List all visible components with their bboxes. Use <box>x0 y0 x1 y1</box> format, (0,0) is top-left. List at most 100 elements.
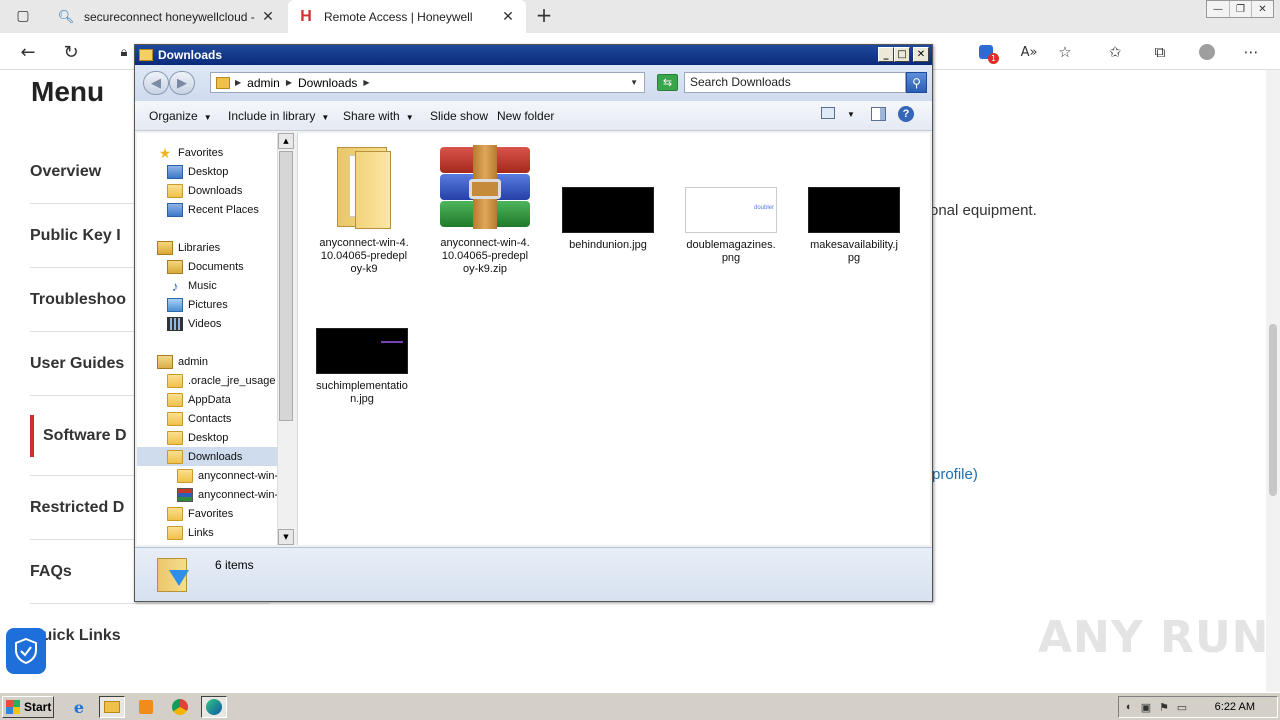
folder-icon <box>167 430 183 445</box>
chevron-right-icon[interactable]: ▶ <box>363 78 369 87</box>
include-in-library-menu[interactable]: Include in library ▼ <box>228 109 329 123</box>
tree-item-desktop-user[interactable]: Desktop <box>167 428 228 447</box>
page-scrollbar[interactable] <box>1266 70 1280 692</box>
search-icon[interactable]: ⚲ <box>906 72 927 93</box>
maximize-button[interactable]: □ <box>894 47 910 62</box>
tree-scrollbar[interactable]: ▲ ▼ <box>277 133 294 545</box>
downloads-folder-icon <box>157 554 191 594</box>
tab-close-icon[interactable]: ✕ <box>500 8 516 25</box>
back-button[interactable]: ◀ <box>143 71 169 95</box>
volume-icon[interactable]: ◖ <box>1119 701 1137 713</box>
tab-close-icon[interactable]: ✕ <box>260 8 276 25</box>
chevron-down-icon[interactable]: ▼ <box>847 110 855 119</box>
close-button[interactable]: ✕ <box>913 47 929 62</box>
file-item[interactable]: behindunion.jpg <box>558 187 658 252</box>
tab-title: secureconnect honeywellcloud - <box>84 9 255 24</box>
tab-remote-access[interactable]: H Remote Access | Honeywell ✕ <box>288 0 526 33</box>
tree-item-links[interactable]: Links <box>167 523 214 542</box>
tree-item-desktop[interactable]: Desktop <box>167 162 228 181</box>
folder-icon <box>167 373 183 388</box>
scrollbar-thumb[interactable] <box>1269 324 1277 496</box>
tab-actions-icon[interactable]: ▢ <box>12 5 34 27</box>
action-center-flag-icon[interactable]: ⚑ <box>1155 701 1173 714</box>
restore-button[interactable]: ❐ <box>1229 1 1251 17</box>
scroll-down-icon[interactable]: ▼ <box>278 529 294 545</box>
more-menu-icon[interactable]: ⋯ <box>1240 41 1262 63</box>
collections-icon[interactable]: ⧉ <box>1149 41 1171 63</box>
chevron-right-icon[interactable]: ▶ <box>235 78 241 87</box>
tree-item-favorites-user[interactable]: Favorites <box>167 504 233 523</box>
back-arrow-icon[interactable]: ← <box>17 41 39 63</box>
shield-icon[interactable] <box>6 628 46 674</box>
add-favorite-icon[interactable]: ☆ <box>1054 41 1076 63</box>
refresh-icon[interactable]: ⇆ <box>657 74 678 91</box>
tree-item-contacts[interactable]: Contacts <box>167 409 231 428</box>
tree-item-oracle[interactable]: .oracle_jre_usage <box>167 371 275 390</box>
winrar-archive-icon <box>438 145 532 231</box>
tree-item-videos[interactable]: Videos <box>167 314 221 333</box>
scroll-up-icon[interactable]: ▲ <box>278 133 294 149</box>
minimize-button[interactable]: — <box>1207 1 1229 17</box>
tree-item-favorites[interactable]: ★ Favorites <box>157 143 224 162</box>
internet-explorer-icon[interactable]: e <box>66 696 92 718</box>
tree-item-downloads-user[interactable]: Downloads <box>137 447 277 466</box>
menu-item-quick-links[interactable]: Quick Links <box>30 627 270 645</box>
tree-item-downloads[interactable]: Downloads <box>167 181 242 200</box>
network-icon[interactable]: ▣ <box>1137 701 1155 714</box>
tree-item-music[interactable]: ♪ Music <box>167 276 217 295</box>
preview-pane-icon[interactable] <box>871 107 886 121</box>
tree-item-appdata[interactable]: AppData <box>167 390 231 409</box>
profile-link[interactable]: profile) <box>932 466 978 483</box>
file-name: suchimplementation.jpg <box>316 380 408 405</box>
breadcrumb-admin[interactable]: admin <box>247 76 280 90</box>
breadcrumb[interactable]: ▶ admin ▶ Downloads ▶ ▼ <box>210 72 645 93</box>
chevron-down-icon[interactable]: ▼ <box>630 78 638 87</box>
tree-item-anyconnect-folder[interactable]: anyconnect-win- <box>177 466 278 485</box>
forward-button[interactable]: ▶ <box>169 71 195 95</box>
new-folder-button[interactable]: New folder <box>497 109 554 123</box>
search-input[interactable]: Search Downloads <box>684 72 906 93</box>
view-icon[interactable] <box>821 107 835 119</box>
slide-show-button[interactable]: Slide show <box>430 109 488 123</box>
tree-label: Desktop <box>188 165 229 178</box>
file-item[interactable]: makesavailability.jpg <box>804 187 904 265</box>
refresh-icon[interactable]: ↻ <box>60 41 82 63</box>
start-button[interactable]: Start <box>2 696 54 718</box>
tree-item-recent-places[interactable]: Recent Places <box>167 200 259 219</box>
extension-icon[interactable]: 1 <box>975 41 999 64</box>
organize-menu[interactable]: Organize ▼ <box>149 109 212 123</box>
profile-avatar[interactable] <box>1196 41 1218 63</box>
tree-item-libraries[interactable]: Libraries <box>157 238 220 257</box>
tree-item-pictures[interactable]: Pictures <box>167 295 228 314</box>
chevron-right-icon[interactable]: ▶ <box>286 78 292 87</box>
file-item[interactable]: anyconnect-win-4.10.04065-predeploy-k9.z… <box>435 145 535 276</box>
tree-item-anyconnect-zip[interactable]: anyconnect-win- <box>177 485 278 504</box>
read-aloud-icon[interactable]: A» <box>1018 41 1040 63</box>
chrome-icon[interactable] <box>167 696 193 718</box>
close-button[interactable]: ✕ <box>1251 1 1273 17</box>
scrollbar-thumb[interactable] <box>279 151 293 421</box>
tree-item-admin[interactable]: admin <box>157 352 208 371</box>
folder-icon <box>177 468 193 483</box>
share-with-menu[interactable]: Share with ▼ <box>343 109 414 123</box>
favorites-folder-icon <box>167 506 183 521</box>
windows-logo-icon <box>6 700 20 714</box>
media-player-icon[interactable] <box>133 696 159 718</box>
edge-icon[interactable] <box>201 696 227 718</box>
battery-icon[interactable]: ▭ <box>1173 701 1191 714</box>
breadcrumb-downloads[interactable]: Downloads <box>298 76 357 90</box>
favorites-icon[interactable]: ✩ <box>1104 41 1126 63</box>
explorer-taskbar-icon[interactable] <box>99 696 125 718</box>
tree-item-documents[interactable]: Documents <box>167 257 244 276</box>
file-name: doublemagazines.png <box>686 239 776 264</box>
help-icon[interactable]: ? <box>898 106 914 122</box>
tab-secureconnect[interactable]: 🔍︎ secureconnect honeywellcloud - ✕ <box>48 0 286 33</box>
file-item[interactable]: anyconnect-win-4.10.04065-predeploy-k9 <box>314 141 414 276</box>
lock-icon[interactable]: 🔒︎ <box>113 41 135 63</box>
file-item[interactable]: doubler doublemagazines.png <box>681 187 781 265</box>
minimize-button[interactable]: _ <box>878 47 894 62</box>
clock[interactable]: 6:22 AM <box>1215 701 1255 713</box>
explorer-title-bar[interactable]: Downloads <box>135 45 932 65</box>
new-tab-button[interactable]: + <box>533 3 555 27</box>
file-item[interactable]: suchimplementation.jpg <box>312 328 412 406</box>
